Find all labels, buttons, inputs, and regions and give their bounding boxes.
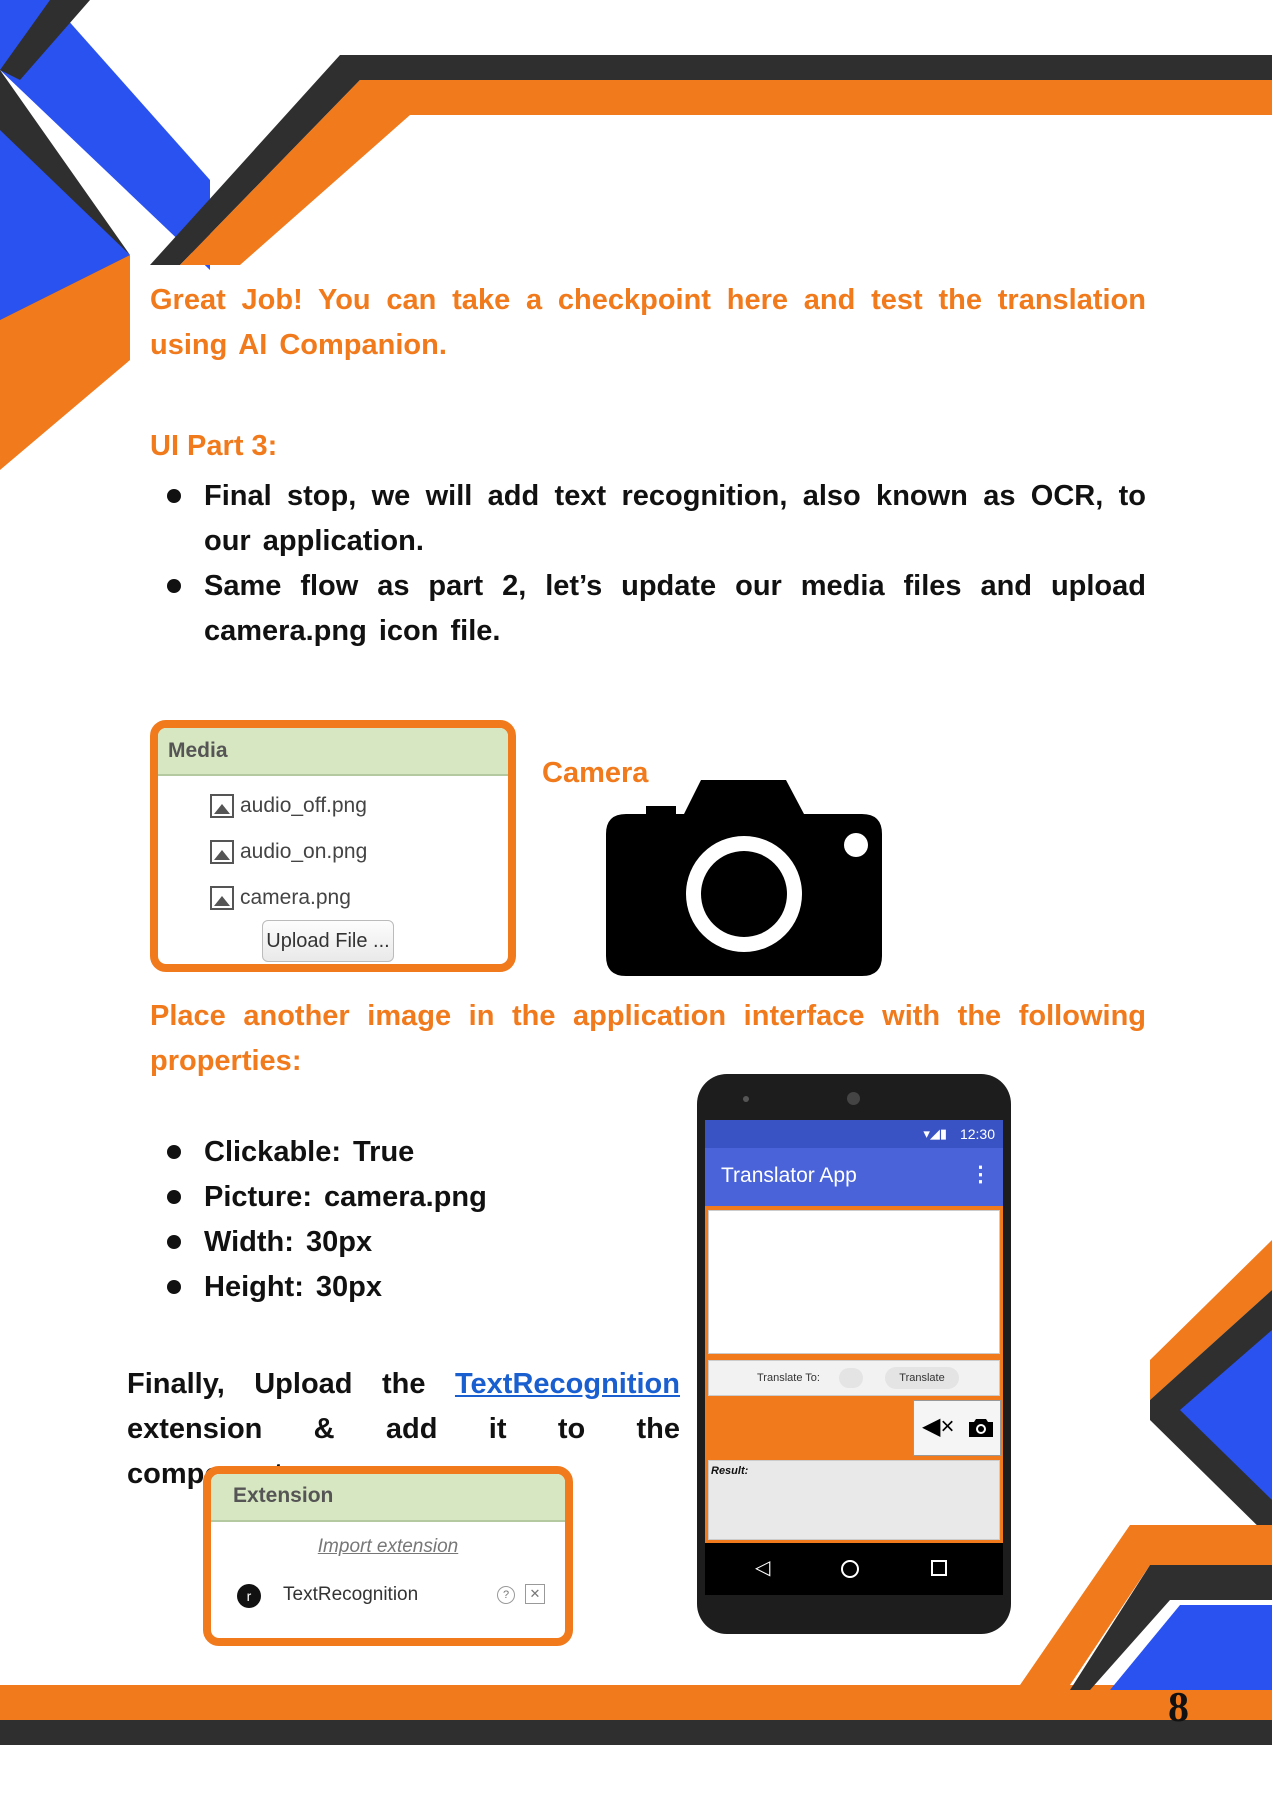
extension-panel: Extension Import extension r TextRecogni… xyxy=(203,1466,573,1646)
section-title: UI Part 3: xyxy=(150,430,278,462)
extension-item-name[interactable]: TextRecognition xyxy=(283,1584,418,1606)
translate-button[interactable]: Translate xyxy=(885,1367,959,1389)
delete-icon[interactable]: ✕ xyxy=(525,1584,545,1604)
properties-list: Clickable: True Picture: camera.png Widt… xyxy=(150,1130,630,1310)
app-title: Translator App xyxy=(721,1164,857,1187)
status-bar: ▾◢▮ 12:30 xyxy=(705,1120,1003,1148)
page-number: 8 xyxy=(1168,1685,1189,1731)
media-file-item[interactable]: audio_on.png xyxy=(210,840,367,864)
media-file-item[interactable]: audio_off.png xyxy=(210,794,367,818)
nav-bar: ◁ xyxy=(705,1543,1003,1595)
media-panel: Media audio_off.png audio_on.png camera.… xyxy=(150,720,516,972)
part3-bullet-list: Final stop, we will add text recognition… xyxy=(150,474,1146,654)
mute-icon[interactable]: ◀× xyxy=(922,1413,954,1441)
image-file-icon xyxy=(210,794,234,818)
camera-button-icon[interactable] xyxy=(968,1418,994,1438)
bullet-media: Same flow as part 2, let’s update our me… xyxy=(150,564,1146,654)
phone-front-camera xyxy=(847,1092,860,1105)
result-label: Result: xyxy=(711,1465,749,1477)
image-file-icon xyxy=(210,840,234,864)
media-file-name: audio_on.png xyxy=(240,840,368,863)
property-height: Height: 30px xyxy=(150,1265,630,1310)
home-nav-icon[interactable] xyxy=(841,1560,859,1578)
textrecognition-link[interactable]: TextRecognition xyxy=(455,1368,680,1400)
camera-icon xyxy=(606,780,882,976)
media-panel-header: Media xyxy=(158,728,508,776)
extension-icon: r xyxy=(237,1584,261,1608)
upload-file-button[interactable]: Upload File ... xyxy=(262,920,394,962)
media-file-name: audio_off.png xyxy=(240,794,367,817)
language-spinner[interactable] xyxy=(839,1368,863,1388)
signal-icon: ▾◢▮ xyxy=(923,1126,947,1141)
result-area: Result: xyxy=(708,1460,1000,1540)
back-nav-icon[interactable]: ◁ xyxy=(755,1555,770,1580)
help-icon[interactable]: ? xyxy=(497,1586,515,1604)
status-time: 12:30 xyxy=(959,1126,995,1142)
phone-mockup: ▾◢▮ 12:30 Translator App ⋮ Translate To:… xyxy=(697,1074,1011,1634)
extension-panel-header: Extension xyxy=(211,1474,565,1522)
media-file-name: camera.png xyxy=(240,886,351,909)
recents-nav-icon[interactable] xyxy=(931,1560,947,1576)
translate-to-label: Translate To: xyxy=(757,1372,820,1384)
property-picture: Picture: camera.png xyxy=(150,1175,630,1220)
import-extension-link[interactable]: Import extension xyxy=(211,1536,565,1558)
phone-sensor xyxy=(743,1096,749,1102)
app-bar: Translator App ⋮ xyxy=(705,1148,1003,1206)
overflow-menu-icon[interactable]: ⋮ xyxy=(970,1162,991,1187)
phone-screen: ▾◢▮ 12:30 Translator App ⋮ Translate To:… xyxy=(705,1120,1003,1595)
property-clickable: Clickable: True xyxy=(150,1130,630,1175)
intro-paragraph: Great Job! You can take a checkpoint her… xyxy=(150,284,1146,361)
media-file-item[interactable]: camera.png xyxy=(210,886,351,910)
image-instruction: Place another image in the application i… xyxy=(150,1000,1146,1077)
translate-row: Translate To: Translate xyxy=(708,1360,1000,1396)
bullet-ocr: Final stop, we will add text recognition… xyxy=(150,474,1146,564)
icon-box: ◀× xyxy=(913,1400,1001,1456)
image-file-icon xyxy=(210,886,234,910)
input-text-area[interactable] xyxy=(708,1210,1000,1354)
property-width: Width: 30px xyxy=(150,1220,630,1265)
